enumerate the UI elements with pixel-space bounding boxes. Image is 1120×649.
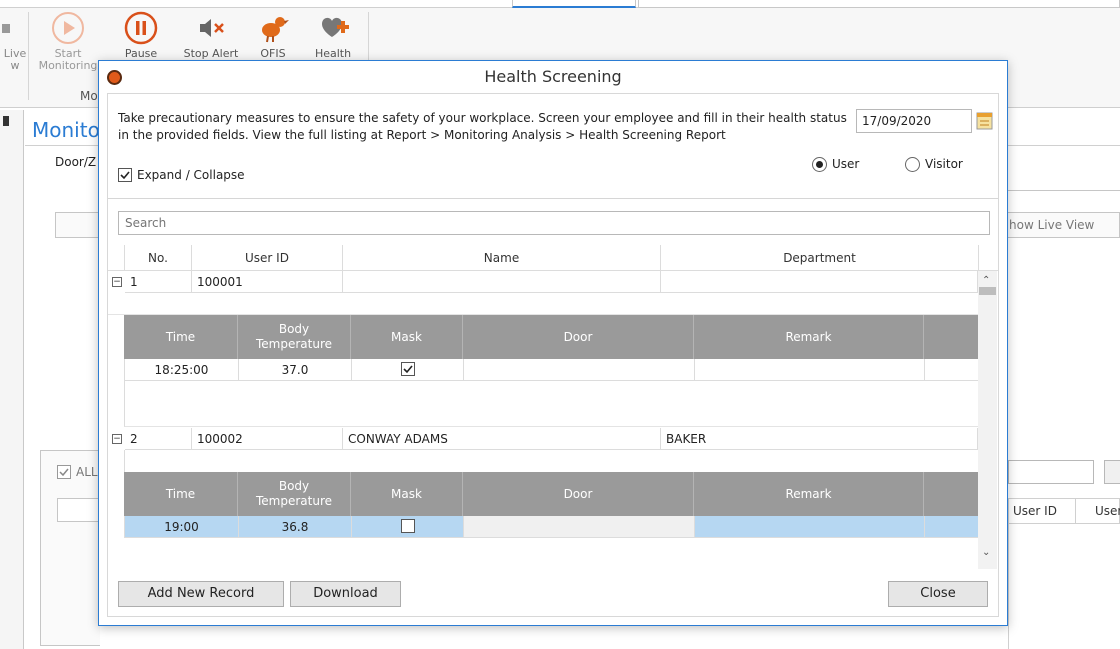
download-button[interactable]: Download <box>290 581 401 607</box>
col-header-no[interactable]: No. <box>125 245 192 271</box>
collapse-icon[interactable]: − <box>112 434 122 444</box>
bg-button[interactable] <box>1104 460 1120 484</box>
health-button[interactable]: Health <box>305 8 361 60</box>
detail-header: Time Body Temperature Mask Door Remark <box>124 315 978 359</box>
table-row[interactable]: − 1 100001 <box>108 271 978 293</box>
detail-col-temperature[interactable]: Body Temperature <box>238 472 351 516</box>
collapse-icon[interactable]: − <box>112 277 122 287</box>
detail-col-door[interactable]: Door <box>463 472 694 516</box>
heart-plus-icon <box>305 8 361 48</box>
pause-button[interactable]: Pause <box>113 8 169 60</box>
calendar-icon[interactable] <box>976 111 994 131</box>
start-monitoring-button[interactable]: Start Monitoring <box>33 8 103 72</box>
detail-col-mask[interactable]: Mask <box>351 315 463 359</box>
radio-visitor-indicator <box>905 157 920 172</box>
bg-panel <box>55 212 100 238</box>
radio-user[interactable]: User <box>812 157 859 175</box>
search-input[interactable] <box>118 211 990 235</box>
page-title: Monitor <box>32 118 109 142</box>
date-input[interactable]: 17/09/2020 <box>856 109 972 133</box>
detail-col-remark[interactable]: Remark <box>694 472 924 516</box>
table-row[interactable]: − 2 100002 CONWAY ADAMS BAKER <box>108 428 978 450</box>
health-grid: No. User ID Name Department − 1 100001 T… <box>108 198 998 569</box>
play-icon <box>33 8 103 48</box>
mask-checkbox[interactable] <box>400 362 415 376</box>
scroll-thumb[interactable] <box>979 287 996 295</box>
top-tab-active[interactable] <box>512 0 636 8</box>
expand-collapse-checkbox[interactable]: Expand / Collapse <box>118 168 245 185</box>
add-new-record-button[interactable]: Add New Record <box>118 581 284 607</box>
mask-checkbox[interactable] <box>400 519 415 533</box>
all-checkbox[interactable]: ALL <box>57 465 98 482</box>
left-pane <box>0 110 24 649</box>
detail-col-time[interactable]: Time <box>124 315 238 359</box>
col-header-name[interactable]: Name <box>343 245 661 271</box>
dialog-title: Health Screening <box>484 67 622 86</box>
mute-icon <box>178 8 244 48</box>
vertical-scrollbar[interactable]: ⌃ ⌄ <box>978 271 997 569</box>
detail-col-time[interactable]: Time <box>124 472 238 516</box>
detail-row[interactable]: 18:25:00 37.0 <box>124 359 979 381</box>
radio-user-indicator <box>812 157 827 172</box>
expand-checkbox-box <box>118 168 132 182</box>
col-header-user-id[interactable]: User ID <box>192 245 343 271</box>
radio-visitor[interactable]: Visitor <box>905 157 963 175</box>
bg-search-input[interactable] <box>1008 460 1094 484</box>
ribbon-group-label: Mo <box>80 89 98 103</box>
detail-col-door[interactable]: Door <box>463 315 694 359</box>
pause-icon <box>113 8 169 48</box>
health-screening-dialog: Health Screening Take precautionary meas… <box>98 60 1008 626</box>
top-tab[interactable] <box>638 0 1120 8</box>
info-text: Take precautionary measures to ensure th… <box>118 111 847 142</box>
scroll-down-icon[interactable]: ⌄ <box>982 547 990 558</box>
bg-table-header: User ID User <box>1008 498 1120 524</box>
detail-col-temperature[interactable]: Body Temperature <box>238 315 351 359</box>
close-button[interactable]: Close <box>888 581 988 607</box>
camera-icon <box>0 8 28 48</box>
scroll-up-icon[interactable]: ⌃ <box>982 275 990 286</box>
detail-col-mask[interactable]: Mask <box>351 472 463 516</box>
pin-icon[interactable] <box>3 116 9 126</box>
live-view-button[interactable]: Live w <box>0 8 28 72</box>
col-header-department[interactable]: Department <box>661 245 979 271</box>
detail-col-remark[interactable]: Remark <box>694 315 924 359</box>
show-live-view-button[interactable]: how Live View <box>1000 212 1120 238</box>
bird-icon <box>245 8 301 48</box>
detail-row-selected[interactable]: 19:00 36.8 <box>124 516 979 538</box>
ofis-button[interactable]: OFIS <box>245 8 301 60</box>
door-zone-label: Door/Z <box>55 155 97 169</box>
stop-alert-button[interactable]: Stop Alert <box>178 8 244 60</box>
detail-header: Time Body Temperature Mask Door Remark <box>124 472 978 516</box>
dialog-body: Take precautionary measures to ensure th… <box>107 93 999 617</box>
